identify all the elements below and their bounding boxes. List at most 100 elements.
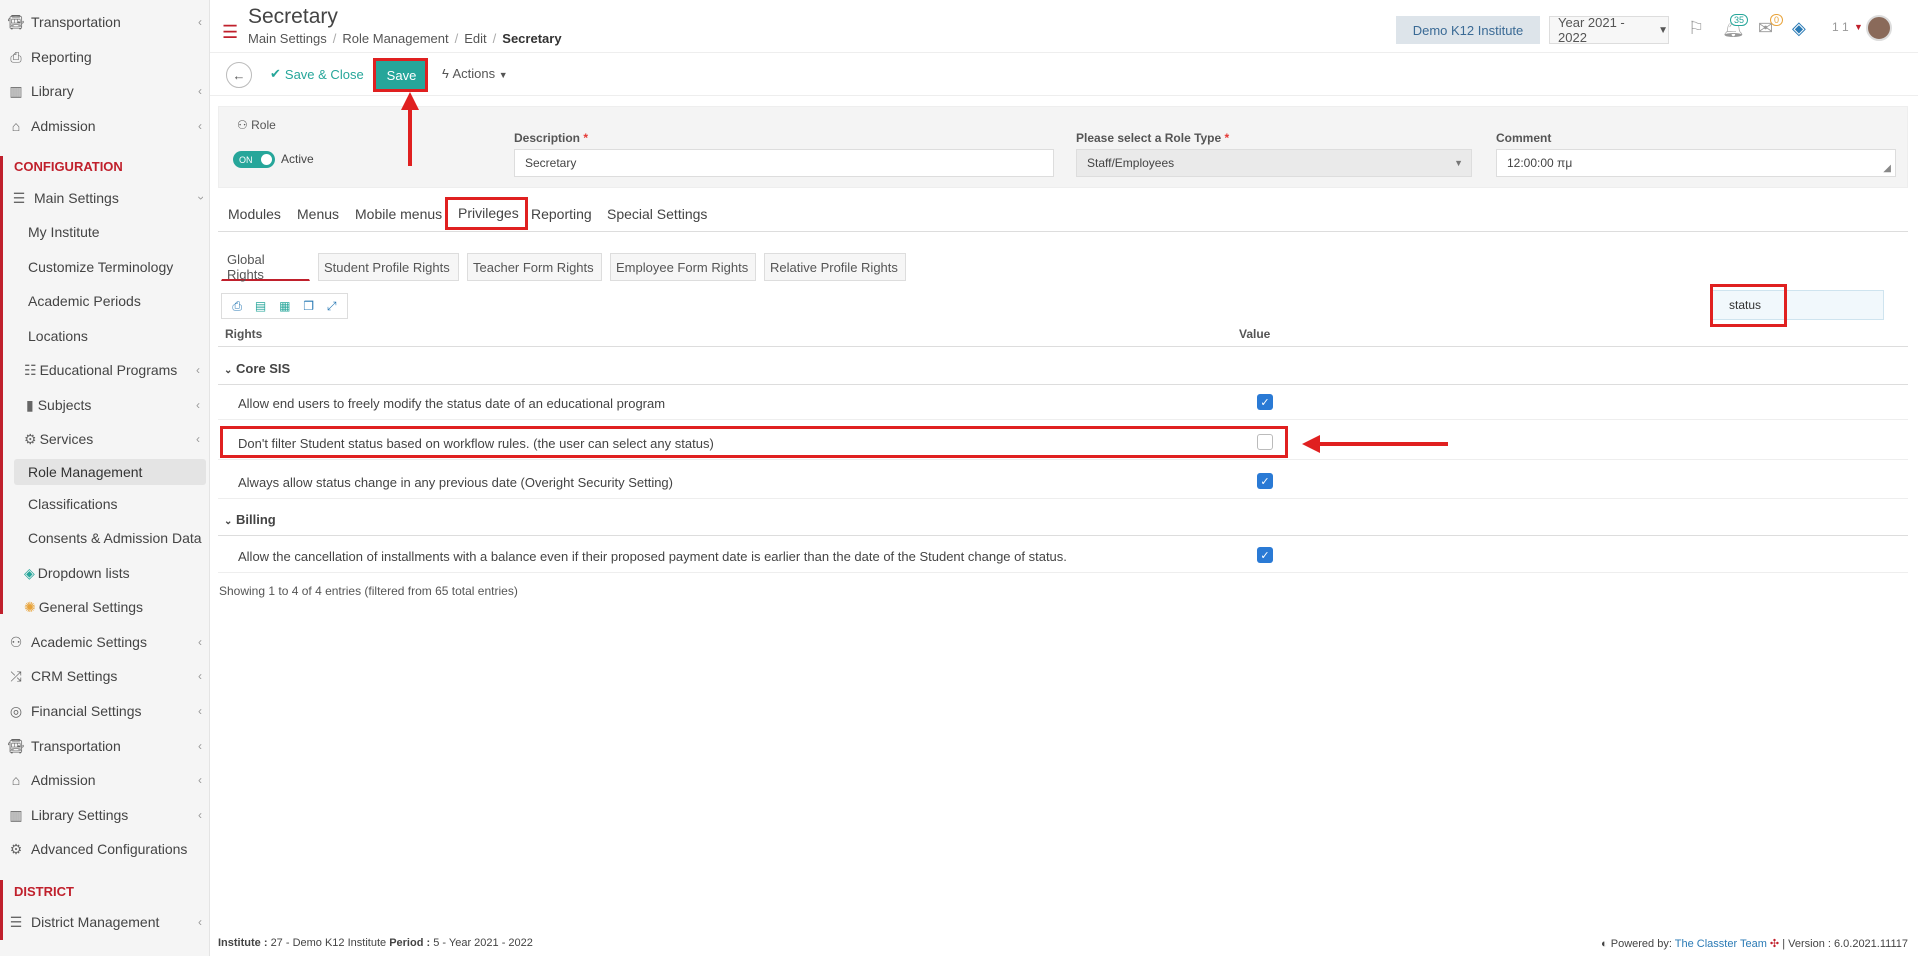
gift-icon[interactable]: ✣	[1770, 938, 1779, 950]
sidebar-item-reporting[interactable]: ⎙ Reporting	[0, 44, 210, 70]
chevron-left-icon: ‹	[198, 84, 202, 98]
sidebar-item-label: Dropdown lists	[37, 565, 130, 581]
check-icon: ✔	[270, 66, 281, 81]
sidebar-item-advanced-configurations[interactable]: ⚙ Advanced Configurations	[0, 836, 210, 862]
excel-icon[interactable]: ▦	[279, 299, 290, 313]
sidebar-item-my-institute[interactable]: My Institute	[14, 219, 206, 245]
flag-icon[interactable]: ⚐	[1688, 18, 1704, 39]
sidebar-item-classifications[interactable]: Classifications	[14, 491, 206, 517]
layers-icon[interactable]: ◈	[1792, 18, 1806, 39]
sidebar-item-consents[interactable]: Consents & Admission Data	[14, 525, 206, 551]
sidebar-item-customize-terminology[interactable]: Customize Terminology	[14, 254, 206, 280]
chevron-left-icon: ‹	[198, 119, 202, 133]
sidebar-item-academic-settings[interactable]: ⚇ Academic Settings ‹	[0, 629, 210, 655]
expand-icon[interactable]: ⤢	[327, 299, 337, 314]
csv-icon[interactable]: ▤	[255, 299, 266, 313]
user-menu[interactable]: 1 1	[1832, 20, 1849, 34]
breadcrumb-main-settings[interactable]: Main Settings	[248, 31, 327, 46]
group-billing[interactable]: ⌄ Billing	[224, 512, 276, 527]
breadcrumb-edit[interactable]: Edit	[464, 31, 486, 46]
sidebar-item-services[interactable]: ⚙ Services ‹	[14, 426, 206, 452]
print-icon[interactable]: ⎙	[232, 299, 242, 314]
hamburger-icon[interactable]: ☰	[222, 22, 238, 43]
actions-dropdown[interactable]: ϟ Actions ▼	[442, 66, 508, 81]
resize-handle-icon[interactable]: ◢	[1883, 163, 1891, 174]
configuration-header: CONFIGURATION	[14, 159, 123, 174]
sidebar-item-dropdown-lists[interactable]: ◈ Dropdown lists	[14, 560, 206, 586]
sidebar-item-transportation[interactable]: 🚍︎ Transportation ‹	[0, 9, 210, 35]
sidebar-item-academic-periods[interactable]: Academic Periods	[14, 288, 206, 314]
sidebar-item-label: Services	[39, 431, 94, 447]
sidebar-item-crm-settings[interactable]: ⤮ CRM Settings ‹	[0, 663, 210, 689]
sidebar-item-label: Consents & Admission Data	[28, 530, 202, 546]
tab-modules[interactable]: Modules	[228, 206, 281, 222]
tabs-divider	[218, 231, 1908, 232]
tab-menus[interactable]: Menus	[297, 206, 339, 222]
description-label: Description *	[514, 131, 589, 145]
copy-icon[interactable]: ❐	[303, 299, 314, 313]
bank-icon: ⌂	[11, 118, 21, 134]
back-button[interactable]: ←	[226, 62, 252, 88]
column-header-rights[interactable]: Rights	[225, 327, 262, 341]
toggle-knob	[261, 154, 272, 165]
group-name: Core SIS	[236, 361, 291, 376]
annotation-save-box	[373, 58, 428, 92]
year-selector[interactable]: Year 2021 - 2022 ▼	[1549, 15, 1669, 45]
active-toggle[interactable]: ON	[233, 151, 275, 168]
active-label: Active	[281, 152, 314, 166]
chevron-left-icon: ‹	[198, 808, 202, 822]
chevron-down-icon: ‹	[193, 196, 207, 200]
sidebar-item-district-management[interactable]: ☰ District Management ‹	[0, 909, 210, 935]
right-checkbox[interactable]: ✓	[1257, 473, 1273, 489]
role-section-label: ⚇ Role	[237, 118, 276, 132]
sidebar-item-label: Reporting	[31, 49, 92, 65]
caret-down-icon: ▼	[1658, 24, 1668, 36]
description-field[interactable]: Secretary	[514, 149, 1054, 177]
subtab-employee-form-rights[interactable]: Employee Form Rights	[610, 253, 756, 281]
sidebar-item-library-settings[interactable]: ▥ Library Settings ‹	[0, 802, 210, 828]
sidebar-item-general-settings[interactable]: ✺ General Settings	[14, 594, 206, 620]
sidebar-item-label: Academic Periods	[28, 293, 141, 309]
role-type-select[interactable]: Staff/Employees ▼	[1076, 149, 1472, 177]
breadcrumb-role-management[interactable]: Role Management	[342, 31, 448, 46]
institute-selector[interactable]: Demo K12 Institute	[1396, 16, 1540, 44]
tab-special-settings[interactable]: Special Settings	[607, 206, 707, 222]
sidebar-item-transportation-settings[interactable]: 🚍︎ Transportation ‹	[0, 733, 210, 759]
save-close-button[interactable]: ✔ Save & Close	[270, 66, 364, 82]
chevron-left-icon: ‹	[198, 704, 202, 718]
sidebar-item-main-settings[interactable]: ☰ Main Settings ‹	[0, 185, 210, 211]
breadcrumb: Main Settings / Role Management / Edit /…	[248, 31, 562, 46]
column-header-value[interactable]: Value	[1239, 327, 1270, 341]
bus-icon: 🚍︎	[7, 13, 25, 30]
subtab-global-rights[interactable]: Global Rights	[221, 252, 310, 282]
sidebar-item-admission-settings[interactable]: ⌂ Admission ‹	[0, 767, 210, 793]
table-info: Showing 1 to 4 of 4 entries (filtered fr…	[219, 584, 518, 598]
sidebar-item-financial-settings[interactable]: ◎ Financial Settings ‹	[0, 698, 210, 724]
sidebar-item-library[interactable]: ▥ Library ‹	[0, 78, 210, 104]
subtab-teacher-form-rights[interactable]: Teacher Form Rights	[467, 253, 602, 281]
book-icon: ▮	[26, 396, 34, 413]
comment-field[interactable]: 12:00:00 πμ ◢	[1496, 149, 1896, 177]
footer-team-link[interactable]: The Classter Team	[1675, 938, 1767, 950]
annotation-arrowhead	[401, 92, 419, 110]
footer-period-label: Period :	[389, 937, 431, 949]
subtab-student-profile-rights[interactable]: Student Profile Rights	[318, 253, 459, 281]
sidebar-item-role-management[interactable]: Role Management	[14, 459, 206, 485]
right-checkbox[interactable]: ✓	[1257, 547, 1273, 563]
avatar[interactable]	[1866, 15, 1892, 41]
tab-mobile-menus[interactable]: Mobile menus	[355, 206, 442, 222]
caret-down-icon[interactable]: ▼	[1854, 22, 1863, 32]
footer-period-value: 5 - Year 2021 - 2022	[433, 937, 533, 949]
right-checkbox[interactable]: ✓	[1257, 394, 1273, 410]
sidebar-item-locations[interactable]: Locations	[14, 323, 206, 349]
sidebar-item-label: Academic Settings	[31, 634, 147, 650]
tab-reporting[interactable]: Reporting	[531, 206, 592, 222]
group-core-sis[interactable]: ⌄ Core SIS	[224, 361, 290, 376]
sidebar-item-subjects[interactable]: ▮ Subjects ‹	[14, 392, 206, 418]
sidebar-item-admission[interactable]: ⌂ Admission ‹	[0, 113, 210, 139]
subtab-relative-profile-rights[interactable]: Relative Profile Rights	[764, 253, 906, 281]
sidebar-item-educational-programs[interactable]: ☷ Educational Programs ‹	[14, 357, 206, 383]
top-header: ☰ Secretary Main Settings / Role Managem…	[210, 0, 1918, 52]
comment-value: 12:00:00 πμ	[1507, 156, 1573, 170]
group-name: Billing	[236, 512, 276, 527]
